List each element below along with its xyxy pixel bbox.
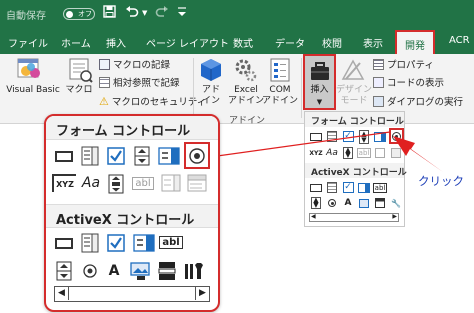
red-arrow-icon [393,136,443,172]
callout-activex-listbox-control [132,232,156,253]
connector-line [209,131,391,158]
callout-activex-textbox-control: abl [158,233,184,251]
callout-form-combo-dropdown-control [186,173,208,193]
callout-scroll-left-icon: ◀ [55,287,69,300]
callout-scrollbar: ◀ ▶ [54,286,210,302]
callout-activex-header: ActiveX コントロール [46,204,218,228]
callout-activex-toggle-control [156,260,178,281]
callout-form-combobox-control [80,145,100,166]
callout-activex-spinner-control [54,260,74,281]
callout-form-textfield-control: abl [130,174,156,192]
callout-form-option-button-control [184,142,210,169]
callout-activex-combobox-control [80,232,100,253]
callout-form-label-control: Aa [81,175,101,191]
callout-form-spinner-control [132,145,152,166]
callout-form-scrollbar-control [106,173,126,194]
callout-form-groupbox-control: XYZ [52,174,76,192]
callout-form-controls-header: フォーム コントロール [46,116,218,140]
callout-more-controls-icon [182,260,206,281]
callout-activex-button-control [54,235,74,251]
callout-form-combo-list-control [160,173,182,193]
callout-scroll-right-icon: ▶ [195,287,209,300]
click-annotation-text: クリック [418,174,464,188]
callout-form-button-control [54,148,74,164]
callout-activex-checkbox-control [106,232,126,253]
callout-activex-image-control [128,260,152,281]
callout-form-checkbox-control [106,145,126,166]
callout-form-listbox-control [158,145,180,166]
callout-activex-option-button-control [80,260,100,281]
callout-activex-label-control: A [108,262,120,279]
magnified-callout: フォーム コントロール XYZ Aa abl ActiveX コントロール ab… [44,114,220,312]
